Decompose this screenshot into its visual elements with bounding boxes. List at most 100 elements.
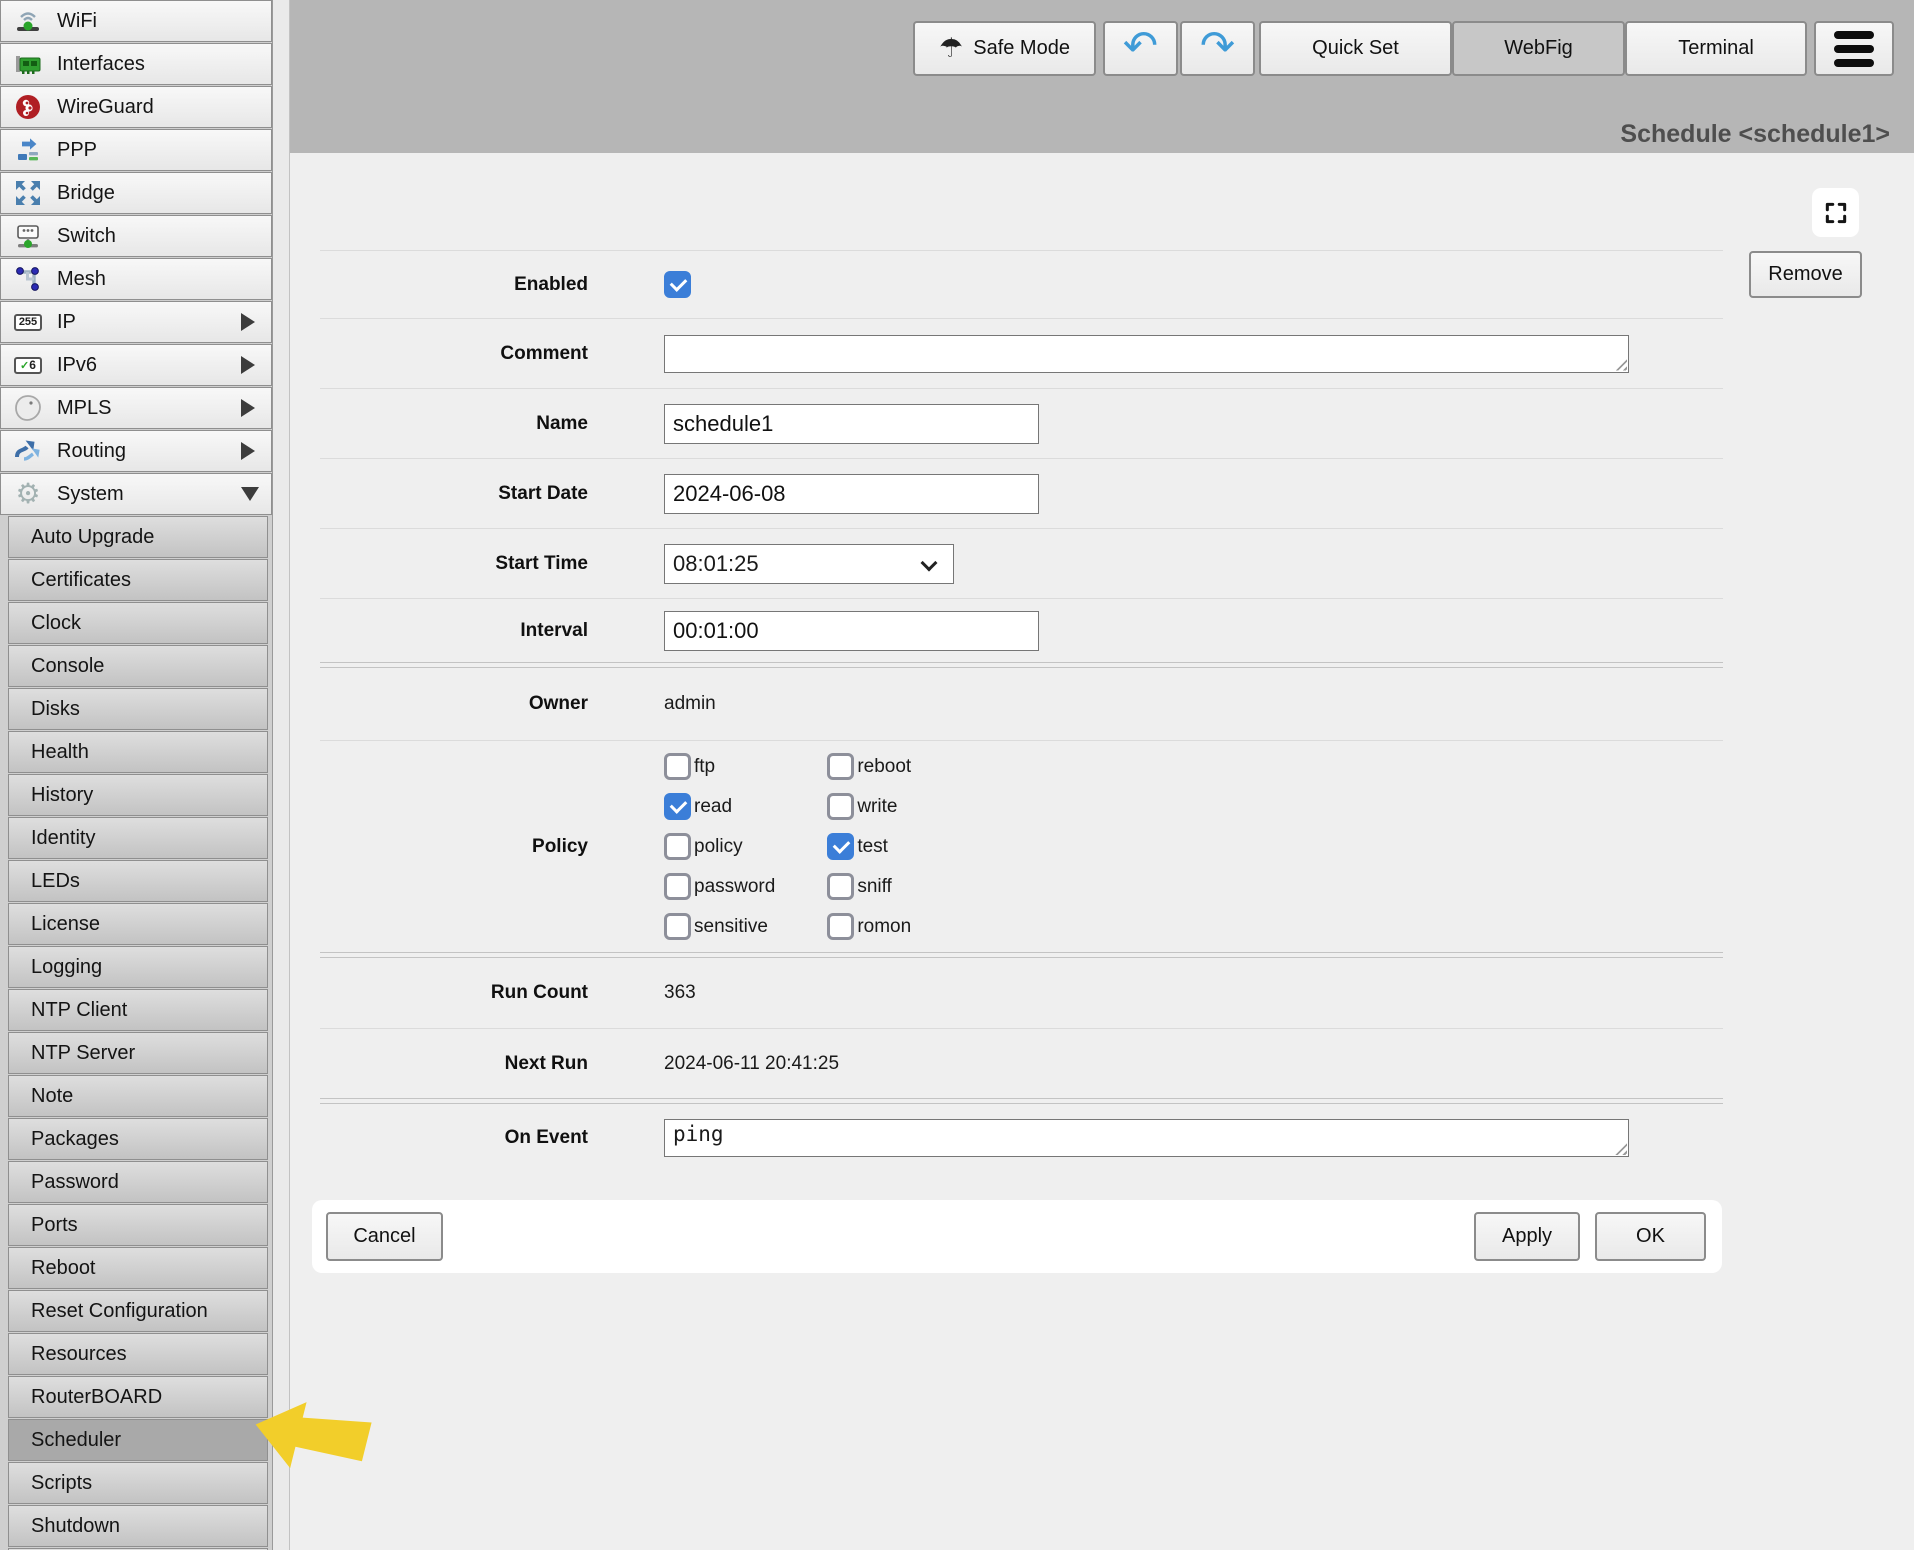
cancel-button[interactable]: Cancel xyxy=(326,1212,443,1261)
form-row-enabled: Enabled xyxy=(320,250,1723,318)
submenu-item[interactable]: Console xyxy=(8,645,268,687)
tab-quick-set[interactable]: Quick Set xyxy=(1259,21,1452,76)
policy-option-label: write xyxy=(857,796,897,818)
ipv6-icon-text: 6 xyxy=(29,358,36,372)
submenu-item[interactable]: Password xyxy=(8,1161,268,1203)
tab-webfig[interactable]: WebFig xyxy=(1452,21,1625,76)
sidebar-item-system[interactable]: ⚙ System xyxy=(0,473,272,515)
on-event-textarea[interactable]: ping xyxy=(664,1119,1629,1157)
submenu-item[interactable]: Ports xyxy=(8,1204,268,1246)
submenu-item-label: Logging xyxy=(31,956,102,979)
submenu-item[interactable]: Note xyxy=(8,1075,268,1117)
apply-button[interactable]: Apply xyxy=(1474,1212,1580,1261)
policy-option: policy xyxy=(664,833,775,860)
sidebar-item-ipv6[interactable]: ✓6 IPv6 xyxy=(0,344,272,386)
start-date-input[interactable]: 2024-06-08 xyxy=(664,474,1039,514)
policy-checkbox[interactable] xyxy=(664,913,691,940)
sidebar-item-mpls[interactable]: MPLS xyxy=(0,387,272,429)
submenu-item-label: Certificates xyxy=(31,569,131,592)
wifi-icon xyxy=(13,6,43,36)
interval-input[interactable]: 00:01:00 xyxy=(664,611,1039,651)
policy-checkbox[interactable] xyxy=(827,913,854,940)
header-band: ☂ Safe Mode ↶ ↷ Quick Set WebFig Termina… xyxy=(290,0,1914,153)
submenu-item[interactable]: Certificates xyxy=(8,559,268,601)
policy-checkbox[interactable] xyxy=(827,753,854,780)
submenu-item-label: Disks xyxy=(31,698,80,721)
ok-button[interactable]: OK xyxy=(1595,1212,1706,1261)
start-time-select[interactable]: 08:01:25 xyxy=(664,544,954,584)
sidebar-item-ppp[interactable]: PPP xyxy=(0,129,272,171)
policy-column-1: ftp read policy password xyxy=(664,753,775,940)
sidebar-item-interfaces[interactable]: Interfaces xyxy=(0,43,272,85)
sidebar-item-ip[interactable]: 255 IP xyxy=(0,301,272,343)
sidebar-item-wifi[interactable]: WiFi xyxy=(0,0,272,42)
tab-terminal[interactable]: Terminal xyxy=(1625,21,1807,76)
ipv6-icon: ✓6 xyxy=(13,350,43,380)
switch-icon xyxy=(13,221,43,251)
submenu-item[interactable]: Scripts xyxy=(8,1462,268,1504)
ipv6-icon-check: ✓ xyxy=(20,359,29,372)
routing-icon xyxy=(13,436,43,466)
resize-grip-icon[interactable] xyxy=(1614,358,1627,371)
submenu-item[interactable]: Logging xyxy=(8,946,268,988)
submenu-item[interactable]: Auto Upgrade xyxy=(8,516,268,558)
submenu-item[interactable]: History xyxy=(8,774,268,816)
submenu-item-label: Scripts xyxy=(31,1472,92,1495)
policy-option-label: policy xyxy=(694,836,743,858)
submenu-item[interactable]: Packages xyxy=(8,1118,268,1160)
sidebar-item-bridge[interactable]: Bridge xyxy=(0,172,272,214)
submenu-item-label: Reboot xyxy=(31,1257,96,1280)
submenu-item[interactable]: LEDs xyxy=(8,860,268,902)
submenu-item[interactable]: Scheduler xyxy=(8,1419,268,1461)
sidebar-item-routing[interactable]: Routing xyxy=(0,430,272,472)
policy-checkbox[interactable] xyxy=(827,833,854,860)
submenu-item-label: Auto Upgrade xyxy=(31,526,154,549)
submenu-item[interactable]: Resources xyxy=(8,1333,268,1375)
safe-mode-button[interactable]: ☂ Safe Mode xyxy=(913,21,1096,76)
remove-button[interactable]: Remove xyxy=(1749,251,1862,298)
submenu-item[interactable]: Reset Configuration xyxy=(8,1290,268,1332)
enabled-checkbox[interactable] xyxy=(664,271,691,298)
submenu-item[interactable]: Clock xyxy=(8,602,268,644)
fullscreen-button[interactable] xyxy=(1812,188,1859,237)
sidebar-item-wireguard[interactable]: WireGuard xyxy=(0,86,272,128)
form-row-name: Name schedule1 xyxy=(320,388,1723,458)
policy-checkbox[interactable] xyxy=(664,753,691,780)
chevron-down-icon xyxy=(241,487,259,501)
policy-option-label: reboot xyxy=(857,756,911,778)
submenu-item[interactable]: Disks xyxy=(8,688,268,730)
policy-checkbox[interactable] xyxy=(827,873,854,900)
mesh-icon xyxy=(13,264,43,294)
undo-button[interactable]: ↶ xyxy=(1103,21,1178,76)
submenu-item[interactable]: Health xyxy=(8,731,268,773)
name-input[interactable]: schedule1 xyxy=(664,404,1039,444)
submenu-item[interactable]: Reboot xyxy=(8,1247,268,1289)
submenu-item[interactable]: RouterBOARD xyxy=(8,1376,268,1418)
sidebar-item-label: WiFi xyxy=(57,10,97,33)
form-row-run-count: Run Count 363 xyxy=(320,958,1723,1028)
redo-button[interactable]: ↷ xyxy=(1180,21,1255,76)
submenu-item-label: NTP Server xyxy=(31,1042,135,1065)
comment-textarea[interactable] xyxy=(664,335,1629,373)
sidebar-scrollbar[interactable] xyxy=(272,0,290,1550)
policy-option: test xyxy=(827,833,911,860)
run-count-value: 363 xyxy=(664,982,696,1004)
policy-checkbox[interactable] xyxy=(664,873,691,900)
sidebar-item-switch[interactable]: Switch xyxy=(0,215,272,257)
submenu-item-label: Note xyxy=(31,1085,73,1108)
submenu-item[interactable]: License xyxy=(8,903,268,945)
policy-checkbox[interactable] xyxy=(827,793,854,820)
resize-grip-icon[interactable] xyxy=(1614,1142,1627,1155)
policy-checkbox[interactable] xyxy=(664,833,691,860)
policy-option: reboot xyxy=(827,753,911,780)
submenu-item-label: Ports xyxy=(31,1214,78,1237)
sidebar-item-label: IPv6 xyxy=(57,354,97,377)
menu-button[interactable] xyxy=(1814,21,1894,76)
submenu-item[interactable]: NTP Server xyxy=(8,1032,268,1074)
submenu-item[interactable]: NTP Client xyxy=(8,989,268,1031)
submenu-item[interactable]: Shutdown xyxy=(8,1505,268,1547)
sidebar-item-mesh[interactable]: Mesh xyxy=(0,258,272,300)
policy-checkbox[interactable] xyxy=(664,793,691,820)
submenu-item-label: Password xyxy=(31,1171,119,1194)
submenu-item[interactable]: Identity xyxy=(8,817,268,859)
